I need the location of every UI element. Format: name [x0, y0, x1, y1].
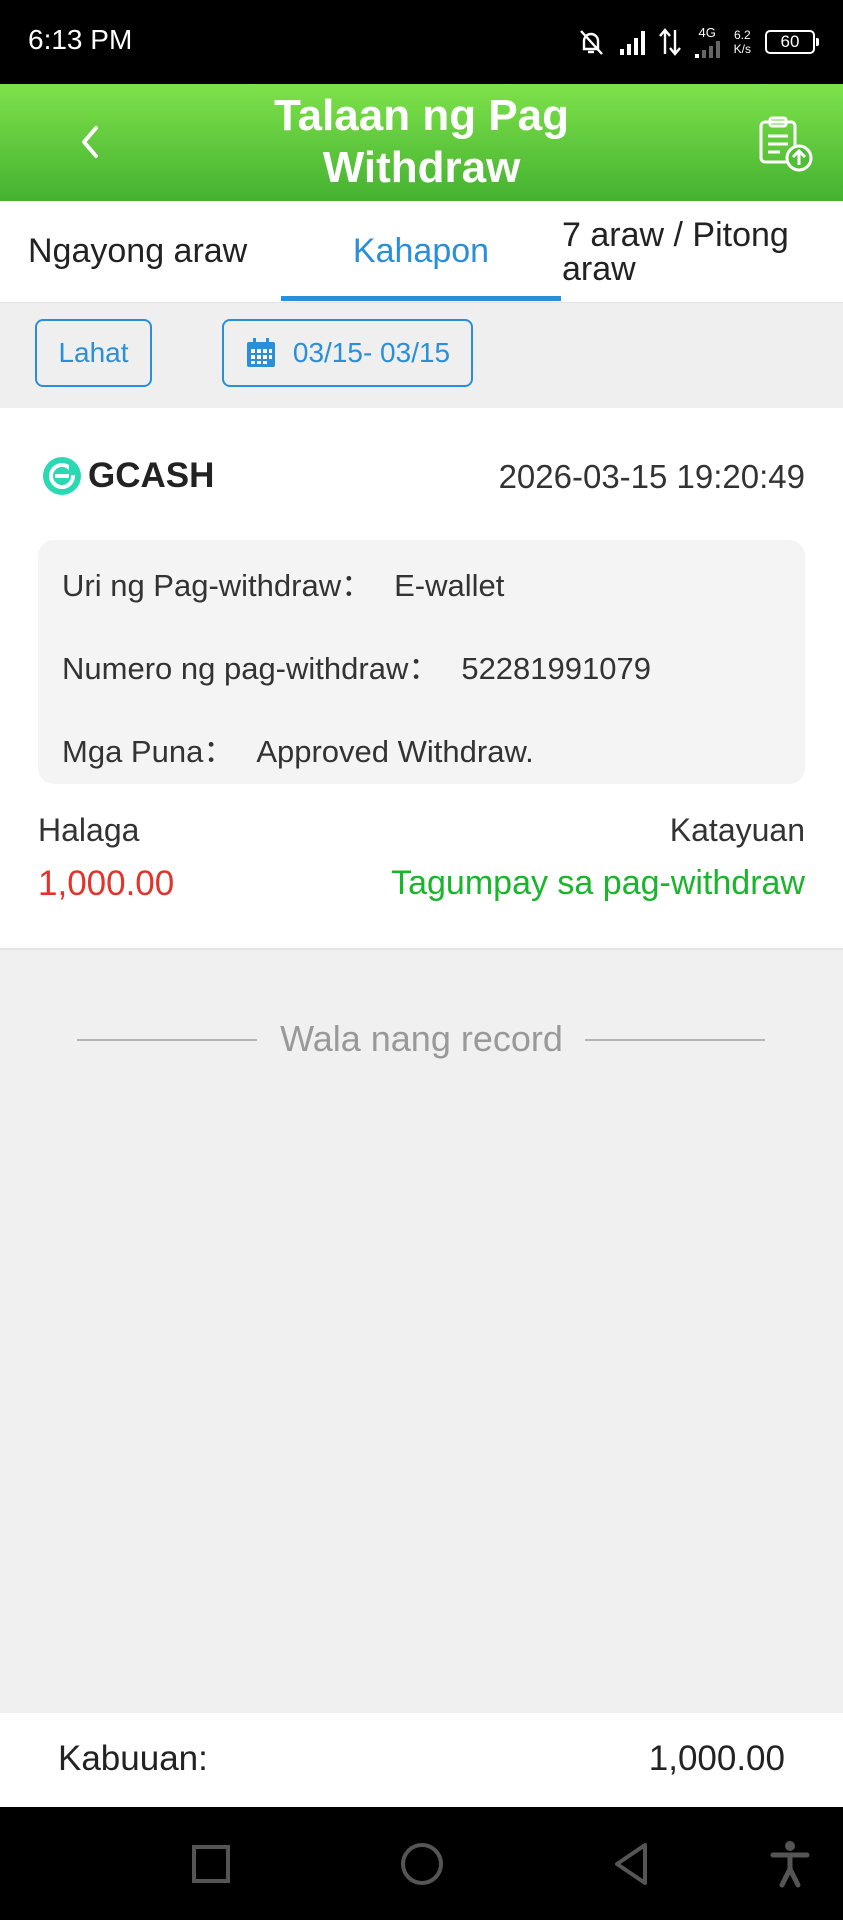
tab-today[interactable]: Ngayong araw: [28, 201, 278, 302]
speed-unit: K/s: [733, 42, 751, 56]
detail-label: Uri ng Pag-withdraw：: [62, 568, 373, 603]
divider: [585, 1039, 765, 1041]
tab-seven-days[interactable]: 7 araw / Pitong araw: [562, 201, 822, 302]
signal-4g: 4G: [694, 25, 720, 58]
page-title: Talaan ng Pag Withdraw: [273, 91, 570, 192]
detail-row-remarks: Mga Puna： Approved Withdraw.: [62, 726, 534, 771]
accessibility-icon[interactable]: [763, 1837, 817, 1891]
tab-yesterday[interactable]: Kahapon: [281, 201, 561, 302]
filter-all-button[interactable]: Lahat: [35, 319, 152, 387]
signal-icon: [619, 29, 645, 55]
speed-value: 6.2: [733, 28, 751, 42]
gcash-logo-icon: [43, 457, 81, 495]
calendar-icon: [246, 338, 275, 367]
network-type: 4G: [698, 25, 716, 40]
filter-bar: Lahat 03/15- 03/15: [0, 303, 843, 407]
system-nav-bar: [0, 1807, 843, 1920]
provider-name: GCASH: [88, 456, 215, 495]
network-speed: 6.2 K/s: [734, 28, 751, 56]
record-datetime: 2026-03-15 19:20:49: [498, 458, 805, 495]
detail-label: Numero ng pag-withdraw：: [62, 651, 440, 686]
data-arrows-icon: [658, 28, 681, 56]
amount-value: 1,000.00: [38, 864, 175, 903]
app-header: Talaan ng Pag Withdraw: [0, 84, 843, 201]
signal-icon: [694, 40, 720, 58]
home-icon[interactable]: [395, 1837, 449, 1891]
status-bar: 6:13 PM 4G 6.2 K/s 60: [0, 0, 843, 84]
filter-all-label: Lahat: [58, 337, 129, 368]
mute-bell-icon: [579, 30, 603, 55]
total-label: Kabuuan:: [58, 1739, 208, 1778]
date-range-button[interactable]: 03/15- 03/15: [222, 319, 473, 387]
status-label: Katayuan: [669, 812, 805, 848]
date-range-label: 03/15- 03/15: [292, 337, 451, 368]
detail-row-withdraw-type: Uri ng Pag-withdraw： E-wallet: [62, 560, 504, 605]
detail-label: Mga Puna：: [62, 734, 235, 769]
record-details: Uri ng Pag-withdraw： E-wallet Numero ng p…: [38, 540, 805, 784]
recent-apps-icon[interactable]: [184, 1837, 238, 1891]
active-tab-indicator: [281, 296, 561, 301]
detail-value: E-wallet: [394, 568, 505, 603]
date-tabs: Ngayong araw Kahapon 7 araw / Pitong ara…: [0, 201, 843, 303]
detail-value: 52281991079: [461, 651, 651, 686]
amount-label: Halaga: [38, 812, 140, 848]
status-icons: 4G 6.2 K/s 60: [576, 20, 819, 64]
total-value: 1,000.00: [648, 1739, 785, 1778]
withdraw-record-card[interactable]: GCASH 2026-03-15 19:20:49 Uri ng Pag-wit…: [0, 408, 843, 950]
battery-icon: 60: [765, 30, 819, 54]
total-bar: Kabuuan: 1,000.00: [0, 1713, 843, 1807]
chevron-left-icon[interactable]: [66, 118, 114, 166]
no-more-records: Wala nang record: [0, 1012, 843, 1068]
clipboard-upload-icon[interactable]: [755, 114, 815, 174]
back-triangle-icon[interactable]: [605, 1837, 659, 1891]
detail-value: Approved Withdraw.: [256, 734, 534, 769]
detail-row-withdraw-number: Numero ng pag-withdraw： 52281991079: [62, 643, 651, 688]
status-value: Tagumpay sa pag-withdraw: [391, 864, 805, 902]
provider: GCASH: [42, 456, 214, 496]
status-time: 6:13 PM: [28, 24, 133, 55]
battery-level: 60: [780, 32, 800, 51]
